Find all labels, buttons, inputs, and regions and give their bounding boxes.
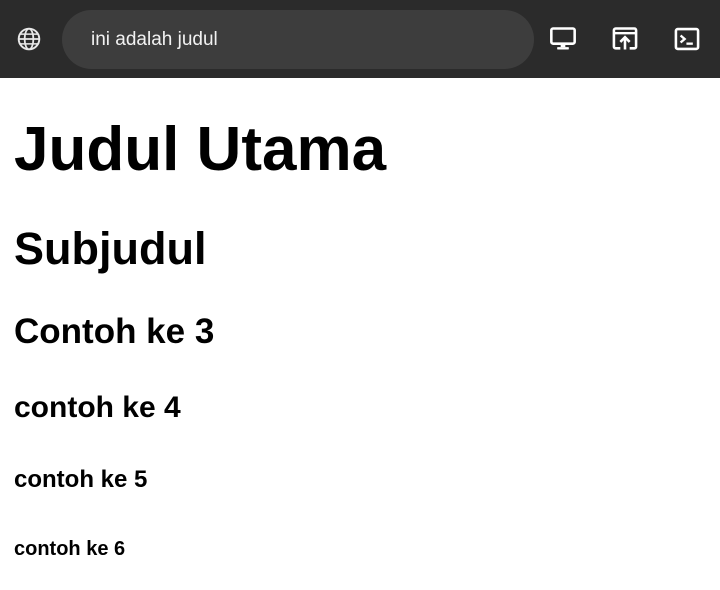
- desktop-view-button[interactable]: [545, 21, 581, 57]
- terminal-button[interactable]: [669, 21, 705, 57]
- open-in-new-window-button[interactable]: [607, 21, 643, 57]
- heading-3: Contoh ke 3: [14, 312, 215, 351]
- browser-toolbar: ini adalah judul: [0, 0, 720, 78]
- address-bar[interactable]: ini adalah judul: [62, 10, 534, 69]
- heading-6: contoh ke 6: [14, 538, 126, 560]
- heading-5: contoh ke 5: [14, 466, 148, 493]
- globe-icon: [17, 27, 41, 51]
- site-info-button[interactable]: [11, 21, 47, 57]
- desktop-icon: [550, 27, 576, 50]
- heading-4: contoh ke 4: [14, 391, 181, 424]
- address-text: ini adalah judul: [91, 28, 218, 50]
- heading-1: Judul Utama: [14, 115, 387, 184]
- heading-2: Subjudul: [14, 223, 207, 274]
- open-in-new-icon: [612, 27, 638, 50]
- terminal-icon: [674, 27, 700, 51]
